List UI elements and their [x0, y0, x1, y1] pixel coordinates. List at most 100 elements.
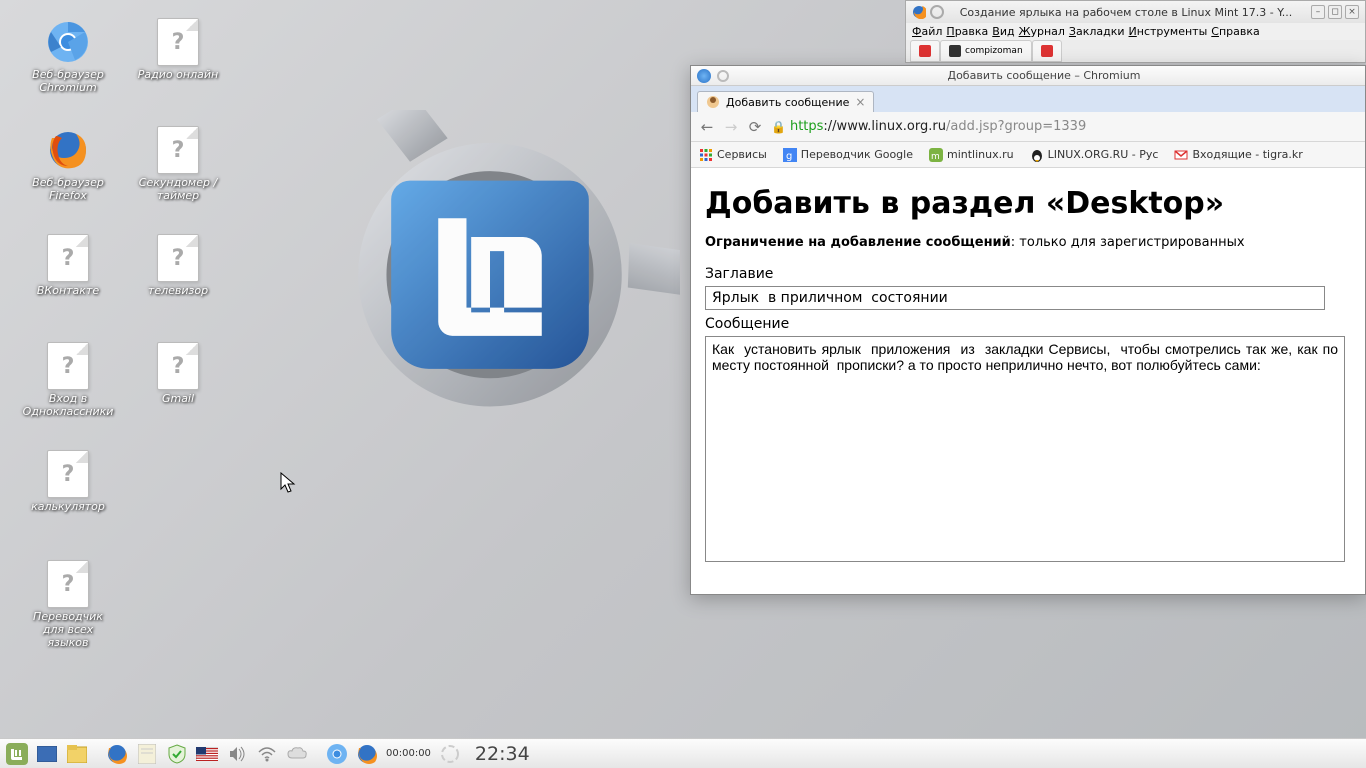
url-host: ://www.linux.org.ru: [823, 119, 946, 134]
chromium-window: Добавить сообщение – Chromium Добавить с…: [690, 65, 1366, 595]
volume-icon[interactable]: [226, 743, 248, 765]
reload-button[interactable]: ⟳: [747, 118, 763, 136]
chromium-titlebar[interactable]: Добавить сообщение – Chromium: [691, 66, 1365, 86]
desktop-icon-chromium[interactable]: Веб-браузер Chromium: [20, 18, 116, 94]
tab-title: Добавить сообщение: [726, 96, 849, 109]
desktop-icon-tv[interactable]: ? телевизор: [130, 234, 226, 297]
show-desktop-button[interactable]: [36, 743, 58, 765]
desktop-icon-timer[interactable]: ? Секундомер / таймер: [130, 126, 226, 202]
title-field-label: Заглавие: [705, 266, 1351, 282]
chromium-icon: [44, 18, 92, 66]
wallpaper-mint-logo: [300, 110, 680, 430]
message-field-label: Сообщение: [705, 316, 1351, 332]
desktop-icon-label: Секундомер / таймер: [130, 176, 226, 202]
firefox-tabstrip: compizoman: [906, 40, 1365, 62]
clock[interactable]: 22:34: [475, 743, 530, 765]
title-input[interactable]: [705, 286, 1325, 310]
svg-text:m: m: [931, 152, 940, 162]
desktop-icon-label: Вход в Одноклассники: [20, 392, 116, 418]
desktop-icon-label: Веб-браузер Chromium: [20, 68, 116, 94]
firefox-app-icon: [912, 5, 926, 19]
mouse-cursor: [280, 472, 298, 494]
translate-icon: g: [783, 148, 797, 162]
favicon: [1041, 45, 1053, 57]
favicon: [949, 45, 961, 57]
message-textarea[interactable]: Как установить ярлык приложения из закла…: [705, 336, 1345, 562]
bookmark-label: Переводчик Google: [801, 148, 913, 161]
taskbar-chromium[interactable]: [326, 743, 348, 765]
taskbar-notes[interactable]: [136, 743, 158, 765]
bookmark-mintlinux[interactable]: m mintlinux.ru: [929, 148, 1014, 162]
desktop-icon-label: телевизор: [130, 284, 226, 297]
file-icon: ?: [44, 450, 92, 498]
menu-file[interactable]: Файл: [912, 25, 942, 38]
file-icon: ?: [44, 342, 92, 390]
minimize-button[interactable]: –: [1311, 5, 1325, 19]
bookmark-label: mintlinux.ru: [947, 148, 1014, 161]
taskbar-shield[interactable]: [166, 743, 188, 765]
desktop-icon-gmail[interactable]: ? Gmail: [130, 342, 226, 405]
desktop-icon-label: Переводчик для всех языков: [20, 610, 116, 649]
tux-icon: [1030, 148, 1044, 162]
firefox-icon: [44, 126, 92, 174]
menu-edit[interactable]: Правка: [946, 25, 988, 38]
taskbar-firefox[interactable]: [106, 743, 128, 765]
desktop-icon-label: Веб-браузер Firefox: [20, 176, 116, 202]
chromium-app-icon: [697, 69, 711, 83]
desktop-icon-radio[interactable]: ? Радио онлайн: [130, 18, 226, 81]
bookmarks-bar: Сервисы g Переводчик Google m mintlinux.…: [691, 142, 1365, 168]
bookmark-apps[interactable]: Сервисы: [699, 148, 767, 162]
firefox-titlebar[interactable]: Создание ярлыка на рабочем столе в Linux…: [906, 1, 1365, 23]
apps-icon: [699, 148, 713, 162]
page-heading: Добавить в раздел «Desktop»: [705, 186, 1351, 221]
desktop-icon-ok[interactable]: ? Вход в Одноклассники: [20, 342, 116, 418]
close-button[interactable]: ×: [1345, 5, 1359, 19]
address-bar[interactable]: 🔒 https://www.linux.org.ru/add.jsp?group…: [771, 119, 1357, 134]
chromium-toolbar: ← → ⟳ 🔒 https://www.linux.org.ru/add.jsp…: [691, 112, 1365, 142]
keyboard-layout[interactable]: [196, 743, 218, 765]
desktop-icon-calc[interactable]: ? калькулятор: [20, 450, 116, 513]
url-scheme: https: [790, 119, 823, 134]
menu-help[interactable]: Справка: [1211, 25, 1259, 38]
forward-button[interactable]: →: [723, 118, 739, 136]
mint-favicon: m: [929, 148, 943, 162]
bookmark-inbox[interactable]: Входящие - tigra.kr: [1174, 148, 1302, 162]
wifi-icon[interactable]: [256, 743, 278, 765]
firefox-tab[interactable]: [1032, 40, 1062, 62]
file-icon: ?: [44, 234, 92, 282]
menu-view[interactable]: Вид: [992, 25, 1014, 38]
desktop-icon-label: калькулятор: [20, 500, 116, 513]
restriction-note: Ограничение на добавление сообщений: тол…: [705, 235, 1351, 250]
url-path: /add.jsp?group=1339: [946, 119, 1086, 134]
menu-bookmarks[interactable]: Закладки: [1069, 25, 1125, 38]
firefox-tab[interactable]: compizoman: [940, 40, 1032, 62]
menu-tools[interactable]: Инструменты: [1129, 25, 1208, 38]
firefox-window-title: Создание ярлыка на рабочем столе в Linux…: [944, 6, 1308, 19]
file-manager-button[interactable]: [66, 743, 88, 765]
bookmark-label: LINUX.ORG.RU - Рус: [1048, 148, 1159, 161]
file-icon: ?: [154, 342, 202, 390]
loading-icon: [717, 70, 729, 82]
chromium-tab[interactable]: Добавить сообщение ×: [697, 91, 874, 112]
firefox-menubar: Файл Правка Вид Журнал Закладки Инструме…: [906, 23, 1365, 40]
taskbar-firefox-2[interactable]: [356, 743, 378, 765]
file-icon: ?: [154, 18, 202, 66]
bookmark-lor[interactable]: LINUX.ORG.RU - Рус: [1030, 148, 1159, 162]
elapsed-time: 00:00:00: [386, 748, 431, 759]
file-icon: ?: [44, 560, 92, 608]
cloud-icon[interactable]: [286, 743, 308, 765]
back-button[interactable]: ←: [699, 118, 715, 136]
tab-close-icon[interactable]: ×: [855, 95, 865, 109]
file-icon: ?: [154, 126, 202, 174]
menu-journal[interactable]: Журнал: [1019, 25, 1065, 38]
firefox-tab[interactable]: [910, 40, 940, 62]
desktop-icon-vk[interactable]: ? ВКонтакте: [20, 234, 116, 297]
mint-menu-button[interactable]: [6, 743, 28, 765]
maximize-button[interactable]: ◻: [1328, 5, 1342, 19]
chromium-tabstrip: Добавить сообщение ×: [691, 86, 1365, 112]
desktop-icon-firefox[interactable]: Веб-браузер Firefox: [20, 126, 116, 202]
bookmark-translate[interactable]: g Переводчик Google: [783, 148, 913, 162]
spinner-icon: [439, 743, 461, 765]
page-content: Добавить в раздел «Desktop» Ограничение …: [691, 168, 1365, 577]
desktop-icon-translator[interactable]: ? Переводчик для всех языков: [20, 560, 116, 649]
